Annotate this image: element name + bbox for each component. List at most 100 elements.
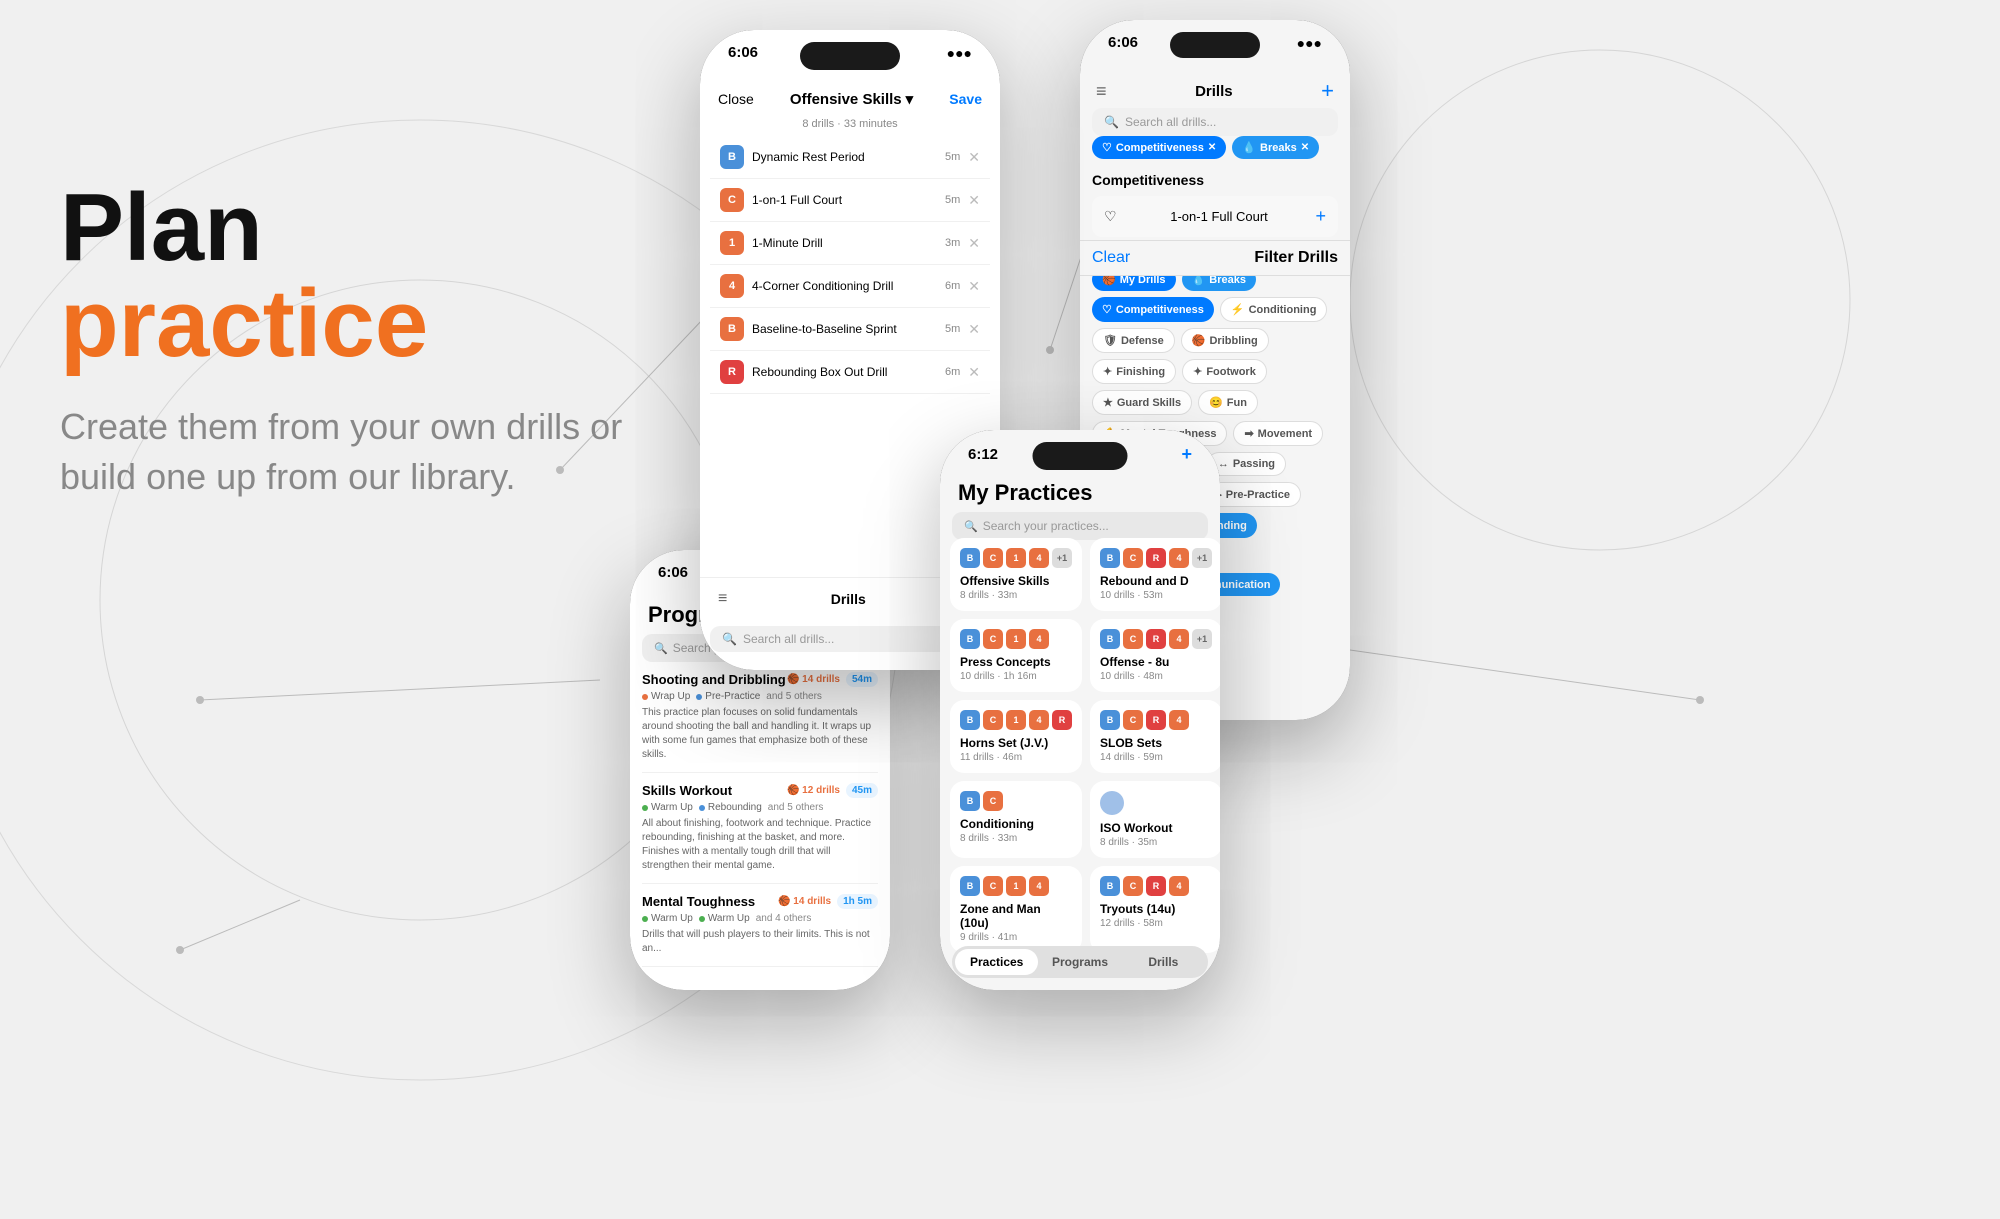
filter-tag-conditioning[interactable]: ⚡ Conditioning bbox=[1220, 297, 1328, 322]
tab-programs[interactable]: Programs bbox=[1038, 949, 1121, 975]
drill-item[interactable]: 1 1-Minute Drill 3m ✕ bbox=[710, 222, 990, 265]
drill-item[interactable]: B Baseline-to-Baseline Sprint 5m ✕ bbox=[710, 308, 990, 351]
card-meta: 10 drills · 1h 16m bbox=[960, 671, 1072, 682]
practice-header: Close Offensive Skills ▾ Save bbox=[700, 90, 1000, 108]
program-badges: 🏀 14 drills 1h 5m bbox=[778, 894, 878, 909]
practice-card[interactable]: B C R 4 +1 Offense - 8u 10 drills · 48m bbox=[1090, 619, 1220, 692]
duration-badge: 1h 5m bbox=[837, 894, 878, 909]
card-meta: 12 drills · 58m bbox=[1100, 918, 1212, 929]
drill-name: 4-Corner Conditioning Drill bbox=[752, 279, 937, 293]
card-meta: 10 drills · 48m bbox=[1100, 671, 1212, 682]
clear-button[interactable]: Clear bbox=[1092, 249, 1130, 267]
practice-card[interactable]: B C Conditioning 8 drills · 33m bbox=[950, 781, 1082, 858]
drills-count: 🏀 14 drills bbox=[778, 896, 831, 907]
filter-tag-dribbling[interactable]: 🏀 Dribbling bbox=[1181, 328, 1269, 353]
avatar bbox=[1100, 791, 1124, 815]
drill-item[interactable]: C 1-on-1 Full Court 5m ✕ bbox=[710, 179, 990, 222]
status-time: 6:12 bbox=[968, 446, 998, 463]
hero-section: Plan practice Create them from your own … bbox=[60, 180, 660, 503]
program-name: Mental Toughness bbox=[642, 894, 755, 909]
card-title: SLOB Sets bbox=[1100, 736, 1212, 750]
drill-item[interactable]: 4 4-Corner Conditioning Drill 6m ✕ bbox=[710, 265, 990, 308]
practice-card[interactable]: B C 1 4 Press Concepts 10 drills · 1h 16… bbox=[950, 619, 1082, 692]
remove-drill-button[interactable]: ✕ bbox=[968, 192, 980, 209]
practice-card[interactable]: B C 1 4 Zone and Man (10u) 9 drills · 41… bbox=[950, 866, 1082, 953]
practice-card[interactable]: B C R 4 Tryouts (14u) 12 drills · 58m bbox=[1090, 866, 1220, 953]
drill-item[interactable]: ♡ 1-on-1 Full Court + bbox=[1092, 196, 1338, 237]
drills-label: Drills bbox=[831, 591, 866, 607]
drill-icon: 1 bbox=[1006, 548, 1026, 568]
card-icons: B C 1 4 bbox=[960, 629, 1072, 649]
program-meta: Warm Up Rebounding and 5 others bbox=[642, 802, 878, 813]
filter-tag-finishing[interactable]: ✦ Finishing bbox=[1092, 359, 1176, 384]
filter-tag-breaks[interactable]: 💧 Breaks ✕ bbox=[1232, 136, 1319, 159]
program-item[interactable]: Mental Toughness 🏀 14 drills 1h 5m Warm … bbox=[642, 884, 878, 967]
programs-list: Shooting and Dribbling 🏀 14 drills 54m W… bbox=[630, 662, 890, 967]
phone-my-practices: 6:12 + My Practices 🔍 Search your practi… bbox=[940, 430, 1220, 990]
drill-icon: 4 bbox=[1029, 548, 1049, 568]
filter-tag-guard-skills[interactable]: ★ Guard Skills bbox=[1092, 390, 1192, 415]
card-icons: B C 1 4 bbox=[960, 876, 1072, 896]
filter-tag-competitiveness[interactable]: ♡ Competitiveness bbox=[1092, 297, 1214, 322]
practice-card[interactable]: B C 1 4 +1 Offensive Skills 8 drills · 3… bbox=[950, 538, 1082, 611]
drill-name: 1-on-1 Full Court bbox=[1170, 209, 1268, 224]
remove-drill-button[interactable]: ✕ bbox=[968, 364, 980, 381]
practices-search[interactable]: 🔍 Search your practices... bbox=[952, 512, 1208, 540]
card-meta: 11 drills · 46m bbox=[960, 752, 1072, 763]
drill-item[interactable]: R Rebounding Box Out Drill 6m ✕ bbox=[710, 351, 990, 394]
close-button[interactable]: Close bbox=[718, 91, 754, 107]
drill-icon: 4 bbox=[1029, 629, 1049, 649]
filter-title: Filter Drills bbox=[1254, 249, 1338, 267]
drill-time: 6m bbox=[945, 366, 960, 378]
drill-icon: B bbox=[720, 145, 744, 169]
add-button[interactable]: + bbox=[1181, 444, 1192, 465]
search-icon: 🔍 bbox=[964, 520, 978, 533]
section-title: Competitiveness bbox=[1092, 172, 1338, 188]
drills-search[interactable]: 🔍 Search all drills... bbox=[1092, 108, 1338, 136]
tab-practices[interactable]: Practices bbox=[955, 949, 1038, 975]
program-name: Shooting and Dribbling bbox=[642, 672, 786, 687]
competitiveness-section: Competitiveness ♡ 1-on-1 Full Court + bbox=[1080, 172, 1350, 243]
tab-drills[interactable]: Drills bbox=[1122, 949, 1205, 975]
filter-icon[interactable]: ≡ bbox=[718, 590, 727, 608]
practice-card[interactable]: B C R 4 SLOB Sets 14 drills · 59m bbox=[1090, 700, 1220, 773]
filter-tag-footwork[interactable]: ✦ Footwork bbox=[1182, 359, 1267, 384]
drills-count: 🏀 12 drills bbox=[787, 785, 840, 796]
program-item[interactable]: Skills Workout 🏀 12 drills 45m Warm Up R… bbox=[642, 773, 878, 884]
tag-warm-up: Warm Up bbox=[642, 913, 693, 924]
remove-drill-button[interactable]: ✕ bbox=[968, 235, 980, 252]
drill-icon: C bbox=[983, 548, 1003, 568]
filter-tag-movement[interactable]: ➡ Movement bbox=[1233, 421, 1323, 446]
save-button[interactable]: Save bbox=[949, 91, 982, 107]
drill-name: 1-on-1 Full Court bbox=[752, 193, 937, 207]
phone-notch bbox=[1170, 32, 1260, 58]
search-icon: 🔍 bbox=[654, 642, 668, 655]
filter-tag-competitiveness[interactable]: ♡ Competitiveness ✕ bbox=[1092, 136, 1226, 159]
search-icon: 🔍 bbox=[1104, 115, 1119, 129]
card-meta: 8 drills · 35m bbox=[1100, 837, 1212, 848]
practice-card[interactable]: B C R 4 +1 Rebound and D 10 drills · 53m bbox=[1090, 538, 1220, 611]
card-icons: B C bbox=[960, 791, 1072, 811]
remove-drill-button[interactable]: ✕ bbox=[968, 321, 980, 338]
practice-card[interactable]: ISO Workout 8 drills · 35m bbox=[1090, 781, 1220, 858]
tag-pre-practice: Pre-Practice bbox=[696, 691, 760, 702]
remove-drill-button[interactable]: ✕ bbox=[968, 149, 980, 166]
filter-tag-defense[interactable]: 🛡 Defense bbox=[1092, 328, 1175, 353]
program-desc: Drills that will push players to their l… bbox=[642, 928, 878, 956]
close-icon[interactable]: ✕ bbox=[1301, 142, 1309, 153]
card-title: Zone and Man (10u) bbox=[960, 902, 1072, 930]
add-button[interactable]: + bbox=[1321, 78, 1334, 104]
drill-item[interactable]: B Dynamic Rest Period 5m ✕ bbox=[710, 136, 990, 179]
practice-title: Offensive Skills ▾ bbox=[790, 90, 913, 108]
filter-icon[interactable]: ≡ bbox=[1096, 81, 1107, 102]
program-item[interactable]: Shooting and Dribbling 🏀 14 drills 54m W… bbox=[642, 662, 878, 773]
add-drill-button[interactable]: + bbox=[1315, 206, 1326, 227]
drills-list: B Dynamic Rest Period 5m ✕ C 1-on-1 Full… bbox=[700, 136, 1000, 394]
bottom-tabs: Practices Programs Drills bbox=[952, 946, 1208, 978]
duration-badge: 45m bbox=[846, 783, 878, 798]
close-icon[interactable]: ✕ bbox=[1208, 142, 1216, 153]
remove-drill-button[interactable]: ✕ bbox=[968, 278, 980, 295]
practice-card[interactable]: B C 1 4 R Horns Set (J.V.) 11 drills · 4… bbox=[950, 700, 1082, 773]
filter-tag-fun[interactable]: 😊 Fun bbox=[1198, 390, 1258, 415]
program-desc: All about finishing, footwork and techni… bbox=[642, 817, 878, 873]
